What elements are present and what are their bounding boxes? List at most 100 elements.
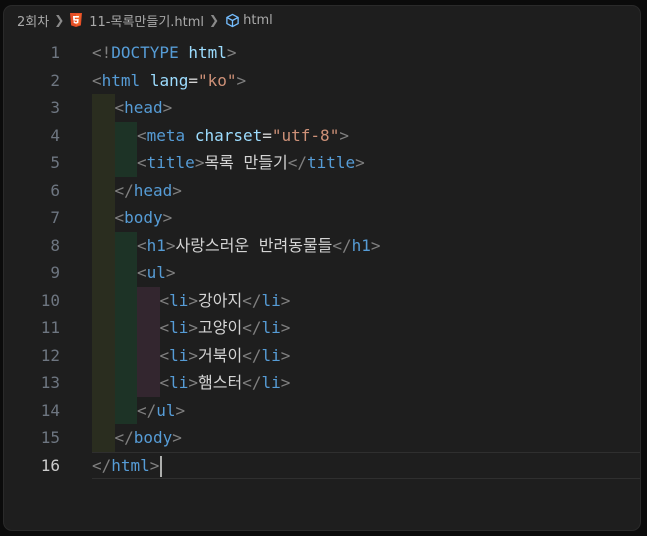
code-text: <ul>	[137, 259, 176, 287]
code-token: >	[280, 318, 291, 337]
code-line[interactable]: 7 <body>	[4, 204, 640, 232]
code-token: li	[169, 290, 189, 310]
line-number: 9	[50, 263, 60, 282]
code-line[interactable]: 16 </html>	[4, 451, 640, 480]
code-token: 사랑스러운 반려동물들	[175, 235, 333, 255]
code-token: body	[124, 208, 163, 227]
code-token: li	[261, 345, 281, 365]
code-token: >	[355, 153, 365, 172]
code-line[interactable]: 8 <h1>사랑스러운 반려동물들</h1>	[4, 232, 640, 260]
code-token: <	[159, 290, 170, 310]
code-token: li	[169, 318, 189, 337]
code-token: <!	[92, 43, 112, 62]
code-token: li	[169, 373, 189, 392]
code-text: </head>	[115, 177, 182, 205]
line-number: 8	[50, 235, 60, 255]
code-token: >	[188, 373, 199, 392]
code-token: </	[332, 235, 352, 255]
code-token: li	[261, 290, 281, 310]
code-token: h1	[146, 235, 166, 255]
code-token: meta	[146, 125, 186, 145]
symbol-element-icon	[224, 12, 240, 28]
code-token: >	[188, 318, 199, 337]
code-token: </	[114, 428, 134, 447]
code-token: </	[242, 373, 262, 392]
code-token: DOCTYPE	[111, 43, 179, 62]
code-token: "utf-8"	[271, 125, 340, 145]
code-line[interactable]: 4 <meta charset="utf-8">	[4, 122, 640, 150]
code-token: >	[172, 180, 182, 200]
code-token: title	[146, 153, 195, 172]
code-line[interactable]: 14 </ul>	[4, 397, 640, 425]
code-line[interactable]: 9 <ul>	[4, 259, 640, 287]
code-line[interactable]: 10 <li>강아지</li>	[4, 287, 640, 315]
code-token: >	[165, 263, 176, 282]
code-token: </	[92, 455, 112, 475]
line-number: 14	[40, 400, 60, 420]
code-token: 햄스터	[198, 373, 243, 392]
code-line[interactable]: 12 <li>거북이</li>	[4, 342, 640, 370]
code-token: >	[194, 153, 205, 172]
chevron-right-icon: ❯	[209, 13, 220, 27]
code-token: html	[101, 70, 141, 90]
code-token: >	[236, 70, 247, 90]
breadcrumb-symbol[interactable]: html	[243, 13, 273, 28]
code-text: </body>	[115, 424, 182, 452]
code-token: 거북이	[198, 345, 243, 365]
code-text: <li>거북이</li>	[160, 342, 291, 370]
code-token: <	[159, 345, 170, 365]
code-text: </html>	[92, 452, 163, 480]
code-token: <	[114, 98, 125, 117]
breadcrumb-folder[interactable]: 2회차	[17, 11, 49, 30]
code-line[interactable]: 13 <li>햄스터</li>	[4, 369, 640, 397]
code-token: charset	[194, 125, 263, 145]
code-token: >	[188, 290, 199, 310]
code-token: li	[261, 373, 281, 392]
code-token: body	[133, 428, 173, 447]
code-token: =	[262, 125, 272, 145]
code-token: <	[92, 70, 102, 90]
code-line[interactable]: 2 <html lang="ko">	[4, 67, 640, 95]
code-text: <li>고양이</li>	[160, 314, 291, 342]
code-token: >	[175, 400, 186, 420]
breadcrumb-file[interactable]: 11-목록만들기.html	[89, 11, 204, 30]
line-number: 3	[50, 98, 60, 117]
line-number: 6	[50, 180, 60, 200]
code-line[interactable]: 3 <head>	[4, 94, 640, 122]
code-token: ul	[156, 400, 176, 420]
code-line[interactable]: 11 <li>고양이</li>	[4, 314, 640, 342]
line-number: 12	[40, 345, 60, 365]
code-token: <	[137, 153, 147, 172]
code-text: <li>햄스터</li>	[160, 369, 291, 397]
code-token: <	[159, 318, 170, 337]
code-token: <	[114, 208, 125, 227]
code-token: >	[162, 208, 173, 227]
code-text: <meta charset="utf-8">	[137, 122, 349, 150]
code-token: head	[133, 180, 173, 200]
breadcrumb: 2회차 ❯ 11-목록만들기.html ❯ html	[4, 6, 640, 34]
line-number: 16	[40, 455, 60, 475]
line-number: 13	[40, 373, 60, 392]
code-token: </	[242, 290, 262, 310]
code-line[interactable]: 15 </body>	[4, 424, 640, 452]
line-number: 15	[40, 428, 60, 447]
code-token: html	[111, 455, 150, 475]
code-editor[interactable]: 1 <!DOCTYPE html> 2 <html lang="ko"> 3 <head>…	[4, 39, 640, 530]
code-token: >	[149, 455, 160, 475]
line-number: 10	[40, 290, 60, 310]
text-cursor	[160, 455, 163, 477]
code-token: ul	[146, 263, 166, 282]
editor-window: 2회차 ❯ 11-목록만들기.html ❯ html 1 <!DOCTYPE ht…	[4, 6, 640, 530]
code-token: h1	[351, 235, 371, 255]
code-token: li	[261, 318, 281, 337]
code-text: <head>	[115, 94, 173, 122]
code-token: <	[137, 263, 147, 282]
code-line[interactable]: 6 </head>	[4, 177, 640, 205]
code-line[interactable]: 5 <title>목록 만들기</title>	[4, 149, 640, 177]
code-line[interactable]: 1 <!DOCTYPE html>	[4, 39, 640, 67]
code-token: =	[188, 70, 198, 90]
code-text: <h1>사랑스러운 반려동물들</h1>	[137, 232, 381, 260]
code-token: 목록 만들기	[204, 153, 288, 172]
code-token: <	[159, 373, 170, 392]
